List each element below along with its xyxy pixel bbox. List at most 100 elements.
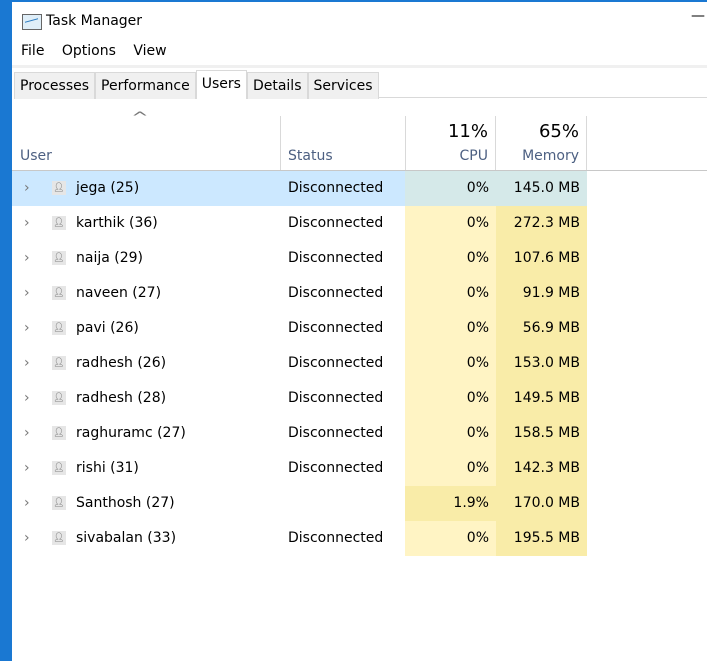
column-memory[interactable]: 65% Memory bbox=[496, 116, 587, 170]
memory-cell: 153.0 MB bbox=[496, 346, 587, 381]
memory-cell: 170.0 MB bbox=[496, 486, 587, 521]
cpu-cell: 0% bbox=[405, 206, 496, 241]
table-row[interactable]: › 👤︎ rishi (31) Disconnected 0% 142.3 MB bbox=[12, 451, 707, 486]
user-name: pavi (26) bbox=[76, 320, 139, 336]
cpu-cell: 0% bbox=[405, 311, 496, 346]
cpu-cell: 0% bbox=[405, 451, 496, 486]
user-name: raghuramc (27) bbox=[76, 425, 186, 441]
cpu-cell: 1.9% bbox=[405, 486, 496, 521]
cpu-cell: 0% bbox=[405, 381, 496, 416]
user-icon: 👤︎ bbox=[52, 356, 66, 370]
user-name: naija (29) bbox=[76, 250, 143, 266]
user-name: radhesh (28) bbox=[76, 390, 167, 406]
menu-view[interactable]: View bbox=[133, 43, 166, 59]
user-cell: › 👤︎ naveen (27) bbox=[12, 276, 280, 311]
memory-total: 65% bbox=[538, 121, 579, 142]
chevron-right-icon[interactable]: › bbox=[24, 311, 30, 346]
menu-file[interactable]: File bbox=[21, 43, 44, 59]
chevron-right-icon[interactable]: › bbox=[24, 486, 30, 521]
table-row[interactable]: › 👤︎ sivabalan (33) Disconnected 0% 195.… bbox=[12, 521, 707, 556]
chevron-right-icon[interactable]: › bbox=[24, 276, 30, 311]
memory-cell: 272.3 MB bbox=[496, 206, 587, 241]
chevron-right-icon[interactable]: › bbox=[24, 416, 30, 451]
cpu-cell: 0% bbox=[405, 241, 496, 276]
chevron-right-icon[interactable]: › bbox=[24, 451, 30, 486]
status-cell: Disconnected bbox=[288, 250, 384, 266]
column-status[interactable]: Status bbox=[280, 116, 406, 170]
table-row[interactable]: › 👤︎ naija (29) Disconnected 0% 107.6 MB bbox=[12, 241, 707, 276]
user-cell: › 👤︎ Santhosh (27) bbox=[12, 486, 280, 521]
tab-processes[interactable]: Processes bbox=[14, 72, 96, 99]
user-name: radhesh (26) bbox=[76, 355, 167, 371]
user-name: sivabalan (33) bbox=[76, 530, 177, 546]
user-icon: 👤︎ bbox=[52, 391, 66, 405]
memory-cell: 158.5 MB bbox=[496, 416, 587, 451]
title-bar: Task Manager — bbox=[12, 2, 707, 42]
table-row[interactable]: › 👤︎ Santhosh (27) 1.9% 170.0 MB bbox=[12, 486, 707, 521]
tab-users[interactable]: Users bbox=[195, 70, 247, 99]
minimize-button[interactable]: — bbox=[691, 8, 705, 24]
memory-cell: 56.9 MB bbox=[496, 311, 587, 346]
table-row[interactable]: › 👤︎ raghuramc (27) Disconnected 0% 158.… bbox=[12, 416, 707, 451]
user-cell: › 👤︎ rishi (31) bbox=[12, 451, 280, 486]
user-name: rishi (31) bbox=[76, 460, 139, 476]
table-row[interactable]: › 👤︎ pavi (26) Disconnected 0% 56.9 MB bbox=[12, 311, 707, 346]
chevron-right-icon[interactable]: › bbox=[24, 241, 30, 276]
memory-cell: 142.3 MB bbox=[496, 451, 587, 486]
cpu-cell: 0% bbox=[405, 521, 496, 556]
memory-cell: 149.5 MB bbox=[496, 381, 587, 416]
table-row[interactable]: › 👤︎ karthik (36) Disconnected 0% 272.3 … bbox=[12, 206, 707, 241]
chevron-right-icon[interactable]: › bbox=[24, 521, 30, 556]
status-cell bbox=[280, 486, 405, 521]
user-cell: › 👤︎ raghuramc (27) bbox=[12, 416, 280, 451]
task-manager-icon bbox=[22, 14, 42, 30]
status-cell: Disconnected bbox=[288, 285, 384, 301]
user-icon: 👤︎ bbox=[52, 426, 66, 440]
user-name: naveen (27) bbox=[76, 285, 162, 301]
chevron-right-icon[interactable]: › bbox=[24, 381, 30, 416]
user-header-label: User bbox=[20, 148, 52, 164]
column-cpu[interactable]: 11% CPU bbox=[405, 116, 496, 170]
divider bbox=[12, 65, 707, 68]
tab-performance[interactable]: Performance bbox=[95, 72, 196, 99]
menu-options[interactable]: Options bbox=[62, 43, 116, 59]
user-cell: › 👤︎ karthik (36) bbox=[12, 206, 280, 241]
status-cell: Disconnected bbox=[288, 390, 384, 406]
status-cell: Disconnected bbox=[288, 355, 384, 371]
table-row[interactable]: › 👤︎ radhesh (28) Disconnected 0% 149.5 … bbox=[12, 381, 707, 416]
tab-bar: Processes Performance Users Details Serv… bbox=[14, 70, 707, 99]
table-row[interactable]: › 👤︎ naveen (27) Disconnected 0% 91.9 MB bbox=[12, 276, 707, 311]
tab-services[interactable]: Services bbox=[307, 72, 379, 99]
status-cell: Disconnected bbox=[288, 215, 384, 231]
chevron-right-icon[interactable]: › bbox=[24, 346, 30, 381]
status-header-label: Status bbox=[288, 148, 333, 164]
user-icon: 👤︎ bbox=[52, 251, 66, 265]
user-cell: › 👤︎ jega (25) bbox=[12, 171, 280, 206]
table-row[interactable]: › 👤︎ jega (25) Disconnected 0% 145.0 MB bbox=[12, 171, 707, 206]
user-icon: 👤︎ bbox=[52, 321, 66, 335]
column-user[interactable]: User bbox=[12, 116, 281, 170]
status-cell: Disconnected bbox=[288, 320, 384, 336]
user-name: karthik (36) bbox=[76, 215, 158, 231]
user-name: Santhosh (27) bbox=[76, 495, 175, 511]
memory-header-label: Memory bbox=[522, 148, 579, 164]
user-icon: 👤︎ bbox=[52, 181, 66, 195]
user-icon: 👤︎ bbox=[52, 286, 66, 300]
menu-bar: File Options View bbox=[12, 43, 171, 65]
tab-details[interactable]: Details bbox=[246, 72, 308, 99]
user-list: › 👤︎ jega (25) Disconnected 0% 145.0 MB … bbox=[12, 171, 707, 556]
memory-cell: 107.6 MB bbox=[496, 241, 587, 276]
user-icon: 👤︎ bbox=[52, 216, 66, 230]
cpu-cell: 0% bbox=[405, 416, 496, 451]
user-icon: 👤︎ bbox=[52, 496, 66, 510]
user-icon: 👤︎ bbox=[52, 531, 66, 545]
cpu-total: 11% bbox=[447, 121, 488, 142]
chevron-right-icon[interactable]: › bbox=[24, 206, 30, 241]
table-row[interactable]: › 👤︎ radhesh (26) Disconnected 0% 153.0 … bbox=[12, 346, 707, 381]
user-name: jega (25) bbox=[76, 180, 140, 196]
memory-cell: 145.0 MB bbox=[496, 171, 587, 206]
table-header: User Status 11% CPU 65% Memory bbox=[12, 116, 707, 171]
status-cell: Disconnected bbox=[288, 460, 384, 476]
status-cell: Disconnected bbox=[280, 171, 405, 206]
chevron-right-icon[interactable]: › bbox=[24, 171, 30, 206]
